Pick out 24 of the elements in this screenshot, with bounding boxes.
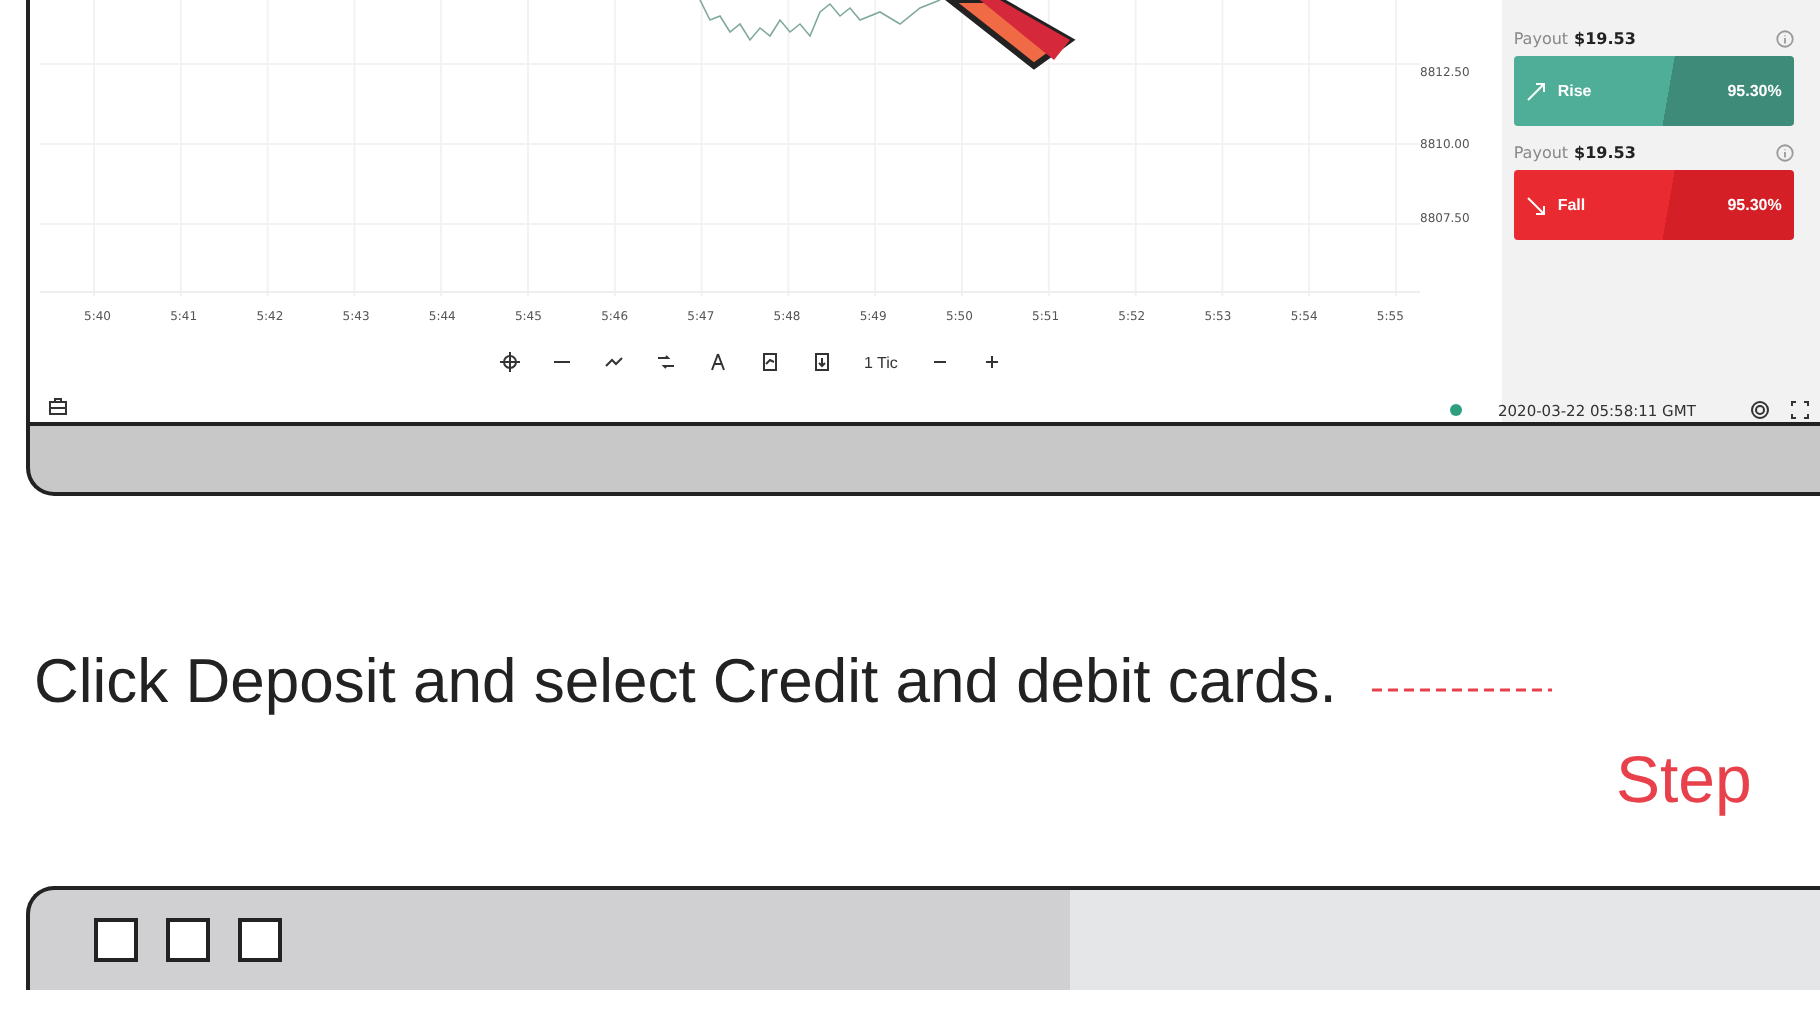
payout-value: $19.53 [1574, 29, 1636, 47]
window-control-icon [94, 918, 138, 962]
window-control-icon [166, 918, 210, 962]
chart-file-icon [760, 352, 780, 372]
info-icon [1775, 143, 1794, 161]
fall-button[interactable]: Fall 95.30% [1513, 170, 1794, 240]
crosshair-icon [500, 352, 520, 372]
window-control-icon [238, 918, 282, 962]
briefcase-icon [48, 395, 68, 415]
step-label: Step [1616, 742, 1754, 818]
zoom-in-icon [981, 352, 1002, 372]
info-icon [1775, 29, 1794, 47]
payout-label: Payout [1513, 143, 1569, 161]
settings-icon [1750, 400, 1770, 420]
download-file-icon [812, 352, 832, 372]
payout-label: Payout [1513, 29, 1569, 47]
rise-button[interactable]: Rise 95.30% [1513, 56, 1794, 126]
payout-value: $19.53 [1574, 143, 1636, 161]
arrow-up-right-icon [1525, 81, 1546, 101]
trend-line-icon [604, 352, 624, 372]
interval-selector[interactable]: 1 Tic [864, 353, 898, 371]
fullscreen-icon [1790, 400, 1810, 420]
arrow-down-right-icon [1525, 195, 1546, 215]
instruction-text: Click Deposit and select Credit and debit cards. [34, 646, 1337, 718]
